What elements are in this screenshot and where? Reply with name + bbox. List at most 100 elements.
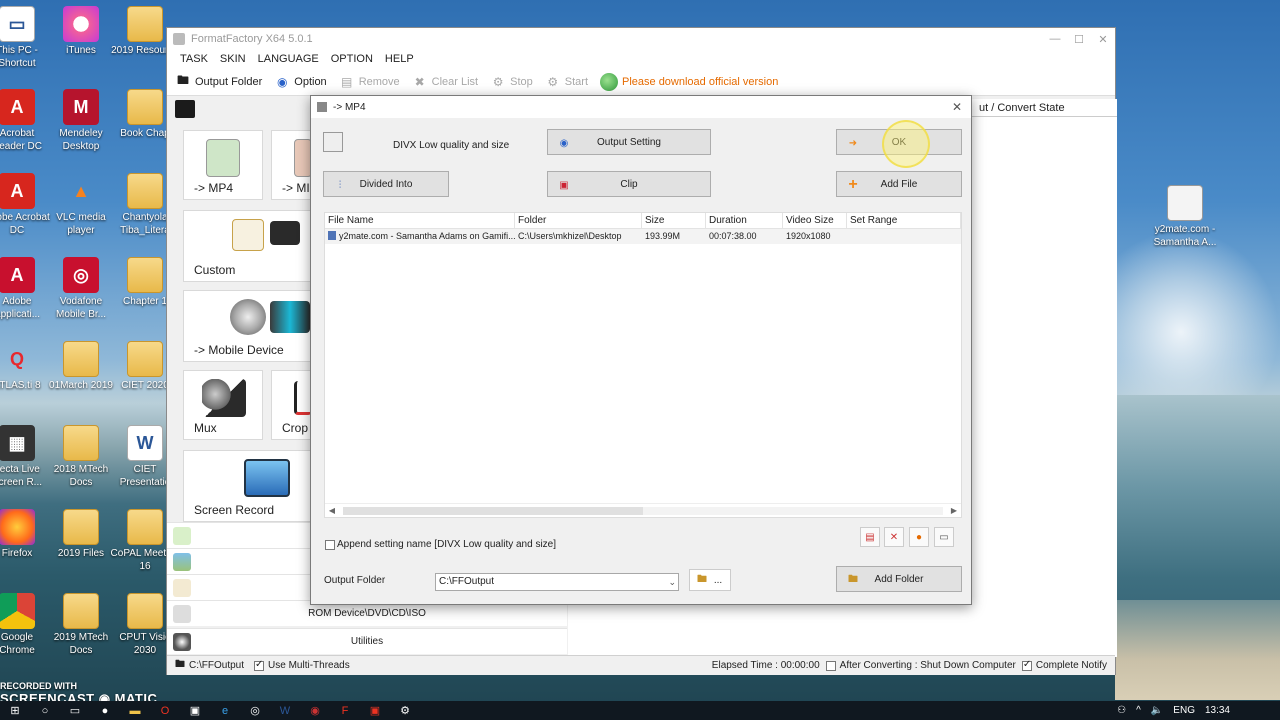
clear-files-button[interactable]: ✕ (884, 527, 904, 547)
stop-button[interactable]: ⚙ Stop (490, 74, 533, 90)
convert-state-header: ut / Convert State (971, 99, 1117, 117)
tile-mp4[interactable]: -> MP4 (183, 130, 263, 200)
menu-language[interactable]: LANGUAGE (253, 53, 326, 65)
scroll-left-icon[interactable]: ◀ (325, 506, 339, 515)
search-icon[interactable]: ○ (30, 701, 60, 720)
tile-mux[interactable]: Mux (183, 370, 263, 440)
desktop-app-icon (127, 257, 163, 293)
add-file-button[interactable]: + Add File (836, 171, 962, 197)
file-list: File Name Folder Size Duration Video Siz… (324, 212, 962, 518)
search-app-icon[interactable]: ◎ (240, 701, 270, 720)
people-icon[interactable]: ⚇ (1117, 705, 1126, 716)
opera-icon[interactable]: O (150, 701, 180, 720)
start-button[interactable]: ⚙ Start (545, 74, 588, 90)
menu-option[interactable]: OPTION (326, 53, 380, 65)
word-icon[interactable]: W (270, 701, 300, 720)
menu-help[interactable]: HELP (380, 53, 421, 65)
output-folder-button[interactable]: 🖿 Output Folder (175, 73, 262, 90)
edge-old-icon[interactable]: ● (90, 701, 120, 720)
remove-file-button[interactable]: ▤ (860, 527, 880, 547)
elapsed-time: Elapsed Time : 00:00:00 (711, 660, 820, 671)
download-official-link[interactable]: Please download official version (600, 72, 778, 91)
vodafone-icon[interactable]: ▣ (360, 701, 390, 720)
tile-crop[interactable]: Crop (271, 370, 312, 440)
complete-notify-checkbox[interactable] (1021, 659, 1032, 671)
desktop-icon[interactable]: M Mendeley Desktop (46, 89, 116, 153)
output-folder-select[interactable]: C:\FFOutput ⌄ (435, 573, 679, 591)
tile-screen-record[interactable]: Screen Record (183, 450, 311, 522)
tray-chevron-icon[interactable]: ^ (1136, 705, 1141, 716)
desktop-icon[interactable]: Q ATLAS.ti 8 (0, 341, 52, 392)
col-size[interactable]: Size (642, 213, 706, 228)
desktop-app-icon (127, 509, 163, 545)
desktop-icon[interactable]: ♪ iTunes (46, 6, 116, 57)
tile-custom[interactable]: Custom (183, 210, 311, 282)
menu-skin[interactable]: SKIN (215, 53, 253, 65)
store-icon[interactable]: ▣ (180, 701, 210, 720)
foxit-icon[interactable]: F (330, 701, 360, 720)
append-setting-checkbox[interactable] (325, 540, 335, 550)
desktop-icon[interactable]: ▭ This PC - Shortcut (0, 6, 52, 70)
clip-button[interactable]: ▣ Clip (547, 171, 711, 197)
desktop-icon[interactable]: ▲ VLC media player (46, 173, 116, 237)
option-button[interactable]: ◉ Option (274, 74, 327, 90)
desktop-icon[interactable]: A Acrobat Reader DC (0, 89, 52, 153)
clock[interactable]: 13:34 (1205, 705, 1230, 716)
shutdown-checkbox[interactable] (825, 660, 836, 671)
col-file-name[interactable]: File Name (325, 213, 515, 228)
scroll-thumb[interactable] (343, 506, 643, 515)
dialog-close-button[interactable]: ✕ (943, 100, 971, 114)
video-category-icon[interactable] (175, 100, 195, 118)
horizontal-scrollbar[interactable]: ◀ ▶ (325, 503, 961, 517)
desktop-icon[interactable]: A Adobe Applicati... (0, 257, 52, 321)
desktop-icon[interactable]: 01March 2019 (46, 341, 116, 392)
tile-mkv[interactable]: -> MI (271, 130, 312, 200)
desktop-icon-label: Chapter 1 (123, 296, 167, 307)
output-folder-label: Output Folder (324, 575, 386, 586)
volume-icon[interactable]: 🔈 (1151, 705, 1163, 716)
desktop-icon-video[interactable]: y2mate.com - Samantha A... (1150, 185, 1220, 249)
start-icon: ⚙ (547, 74, 559, 89)
divided-into-button[interactable]: ⫶ Divided Into (323, 171, 449, 197)
table-row[interactable]: y2mate.com - Samantha Adams on Gamifi...… (325, 229, 961, 244)
browse-folder-button[interactable]: 🖿 ... (689, 569, 731, 591)
mux-icon (202, 379, 246, 417)
info-button[interactable]: ▭ (934, 527, 954, 547)
add-folder-button[interactable]: 🖿 Add Folder (836, 566, 962, 592)
edge-icon[interactable]: e (210, 701, 240, 720)
col-video-size[interactable]: Video Size (783, 213, 847, 228)
remove-button[interactable]: ▤ Remove (339, 74, 400, 90)
language-indicator[interactable]: ENG (1173, 705, 1195, 716)
start-icon[interactable]: ⊞ (0, 701, 30, 720)
desktop-icon[interactable]: 2019 Files (46, 509, 116, 560)
app-red-icon[interactable]: ◉ (300, 701, 330, 720)
desktop-icon-label: Adobe Acrobat DC (0, 212, 50, 236)
desktop-icon[interactable]: 2018 MTech Docs (46, 425, 116, 489)
clear-list-button[interactable]: ✖ Clear List (412, 74, 479, 90)
tile-mobile-device[interactable]: -> Mobile Device (183, 290, 311, 362)
desktop-icon[interactable]: 2019 MTech Docs (46, 593, 116, 657)
menu-task[interactable]: TASK (175, 53, 215, 65)
col-set-range[interactable]: Set Range (847, 213, 961, 228)
file-explorer-icon[interactable]: ▬ (120, 701, 150, 720)
add-folder-icon: 🖿 (848, 573, 858, 585)
play-button[interactable]: ● (909, 527, 929, 547)
multi-threads-checkbox[interactable] (254, 659, 265, 671)
output-setting-button[interactable]: ◉ Output Setting (547, 129, 711, 155)
desktop-icon[interactable]: Google Chrome (0, 593, 52, 657)
desktop-icon[interactable]: Firefox (0, 509, 52, 560)
category-utilities[interactable]: Utilities (167, 628, 567, 654)
scroll-right-icon[interactable]: ▶ (947, 506, 961, 515)
col-folder[interactable]: Folder (515, 213, 642, 228)
formatfactory-taskbar-icon[interactable]: ⚙ (390, 701, 420, 720)
close-button[interactable]: ✕ (1091, 33, 1115, 46)
col-duration[interactable]: Duration (706, 213, 783, 228)
maximize-button[interactable]: ☐ (1067, 33, 1091, 46)
minimize-button[interactable]: — (1043, 33, 1067, 46)
desktop-icon[interactable]: ◎ Vodafone Mobile Br... (46, 257, 116, 321)
task-view-icon[interactable]: ▭ (60, 701, 90, 720)
desktop-app-icon: ▦ (0, 425, 35, 461)
desktop-icon-label: Firefox (1, 548, 33, 559)
desktop-icon[interactable]: A Adobe Acrobat DC (0, 173, 52, 237)
desktop-icon[interactable]: ▦ Lecta Live Screen R... (0, 425, 52, 489)
